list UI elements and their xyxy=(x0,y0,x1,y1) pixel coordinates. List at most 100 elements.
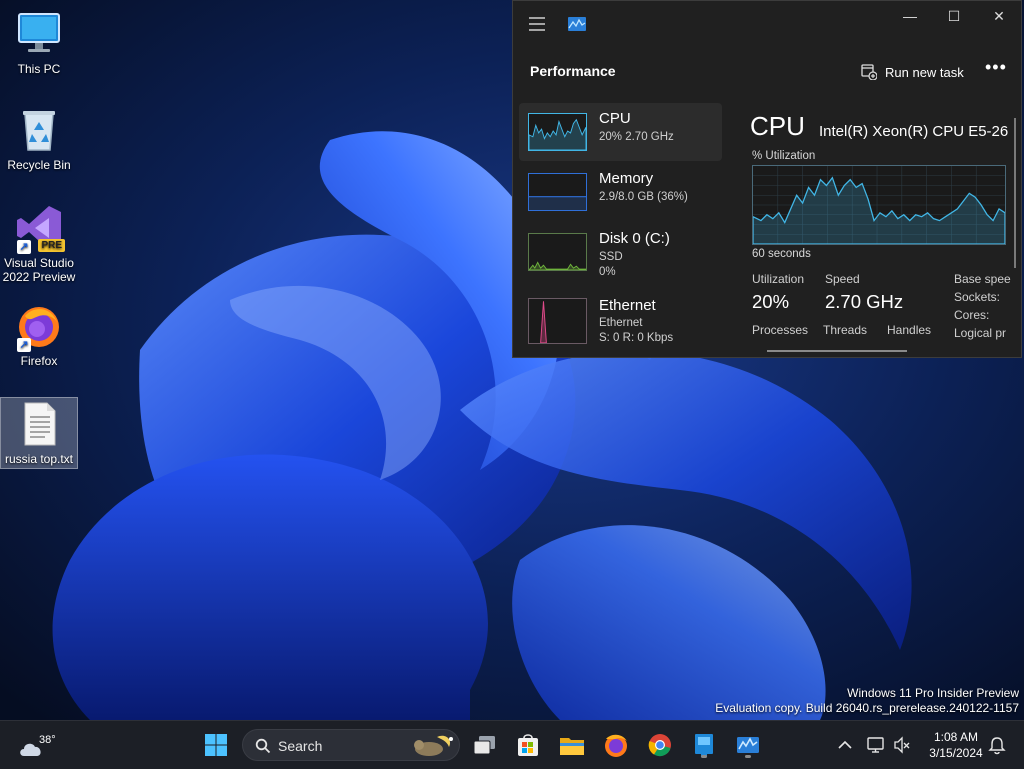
desktop-icon-text-file[interactable]: russia top.txt xyxy=(0,397,78,469)
chrome-icon xyxy=(648,734,671,757)
perf-item-memory[interactable]: Memory 2.9/8.0 GB (36%) xyxy=(519,163,722,221)
network-status-button[interactable] xyxy=(866,735,886,755)
desktop-icon-visual-studio[interactable]: PRE ↗ Visual Studio 2022 Preview xyxy=(1,204,77,284)
detail-title: CPU xyxy=(750,111,805,141)
volume-button[interactable] xyxy=(892,735,912,755)
running-indicator xyxy=(701,755,707,758)
task-manager-window: — ☐ ✕ Performance Run new task ••• CPU 2… xyxy=(512,0,1022,358)
volume-muted-icon xyxy=(894,736,910,754)
bell-icon xyxy=(988,737,1006,755)
chrome-taskbar-button[interactable] xyxy=(644,729,676,761)
desktop-icon-label: Firefox xyxy=(20,354,58,368)
windows-logo-icon xyxy=(205,734,227,756)
weather-temperature: 38° xyxy=(39,734,56,746)
more-options-button[interactable]: ••• xyxy=(985,57,1007,78)
disk-mini-graph xyxy=(528,233,587,271)
speed-value: 2.70 GHz xyxy=(825,291,904,312)
folder-icon xyxy=(560,738,584,755)
desktop-icon-firefox[interactable]: ↗ Firefox xyxy=(1,302,77,368)
preview-badge: PRE xyxy=(38,239,65,252)
perf-item-cpu[interactable]: CPU 20% 2.70 GHz xyxy=(519,103,722,161)
show-hidden-icons-button[interactable] xyxy=(835,735,855,755)
desktop-icon-label: Visual Studio 2022 Preview xyxy=(2,256,76,284)
utilization-value: 20% xyxy=(752,291,790,312)
firefox-icon xyxy=(605,734,627,757)
perf-item-detail: 2.9/8.0 GB (36%) xyxy=(599,191,688,203)
desktop-icon-label: russia top.txt xyxy=(4,452,74,466)
logical-processors-label: Logical pr xyxy=(954,326,1007,340)
perf-item-disk[interactable]: Disk 0 (C:) SSD 0% xyxy=(519,223,722,281)
monitor-icon xyxy=(15,10,63,58)
perf-item-name: Ethernet xyxy=(599,297,656,314)
taskbar: 38° Search 1:08 AM 3/15/2024 xyxy=(0,720,1024,769)
windows-watermark: Windows 11 Pro Insider Preview Evaluatio… xyxy=(715,686,1019,716)
firefox-taskbar-button[interactable] xyxy=(600,729,632,761)
desktop-icon-label: Recycle Bin xyxy=(7,158,71,172)
handles-label: Handles xyxy=(887,323,932,337)
sockets-label: Sockets: xyxy=(954,290,1001,304)
chevron-up-icon xyxy=(838,740,852,749)
search-placeholder: Search xyxy=(278,738,323,754)
minimize-button[interactable]: — xyxy=(887,1,933,31)
base-speed-label: Base spee xyxy=(954,272,1011,286)
perf-item-name: CPU xyxy=(599,110,631,127)
clock-date: 3/15/2024 xyxy=(929,746,983,760)
run-new-task-label: Run new task xyxy=(885,64,964,80)
visual-studio-icon: PRE ↗ xyxy=(15,204,65,254)
search-highlight-icon xyxy=(414,735,453,756)
threads-label: Threads xyxy=(823,323,868,337)
perf-item-detail-2: S: 0 R: 0 Kbps xyxy=(599,332,674,344)
hamburger-menu-icon[interactable] xyxy=(529,17,545,36)
taskbar-search-box[interactable]: Search xyxy=(242,729,460,761)
desktop-icon-this-pc[interactable]: This PC xyxy=(1,10,77,76)
file-explorer-button[interactable] xyxy=(556,729,588,761)
shortcut-arrow-icon: ↗ xyxy=(17,338,31,352)
memory-mini-graph xyxy=(528,173,587,211)
vertical-scrollbar[interactable] xyxy=(1014,118,1016,268)
page-header: Performance Run new task ••• xyxy=(513,53,1021,91)
store-icon xyxy=(518,734,538,756)
perf-item-name: Disk 0 (C:) xyxy=(599,230,670,247)
ethernet-mini-graph xyxy=(528,298,587,344)
perf-item-detail: 20% 2.70 GHz xyxy=(599,131,674,143)
run-new-task-button[interactable]: Run new task xyxy=(861,61,964,83)
perf-item-detail-2: 0% xyxy=(599,266,616,278)
perf-item-detail: SSD xyxy=(599,251,623,263)
cpu-utilization-graph xyxy=(752,165,1006,245)
horizontal-scrollbar[interactable] xyxy=(767,350,907,352)
maximize-button[interactable]: ☐ xyxy=(931,1,977,31)
page-title: Performance xyxy=(530,63,616,79)
cores-label: Cores: xyxy=(954,308,990,322)
network-icon xyxy=(867,737,884,753)
task-view-button[interactable] xyxy=(469,729,501,761)
perf-item-ethernet[interactable]: Ethernet Ethernet S: 0 R: 0 Kbps xyxy=(519,289,722,347)
recycle-bin-icon xyxy=(15,106,63,154)
search-icon xyxy=(255,738,271,754)
close-button[interactable]: ✕ xyxy=(976,1,1022,31)
task-manager-taskbar-button[interactable] xyxy=(732,729,764,761)
desktop-icon-recycle-bin[interactable]: Recycle Bin xyxy=(1,106,77,172)
weather-widget[interactable]: 38° xyxy=(8,727,68,763)
title-bar[interactable]: — ☐ ✕ xyxy=(513,1,1021,33)
firefox-icon: ↗ xyxy=(15,302,63,352)
text-file-icon xyxy=(15,400,63,448)
run-task-icon xyxy=(861,64,877,80)
watermark-edition: Windows 11 Pro Insider Preview xyxy=(847,686,1019,700)
cpu-model-name: Intel(R) Xeon(R) CPU E5-26 xyxy=(819,123,1009,140)
task-view-icon xyxy=(473,736,495,755)
perf-item-detail: Ethernet xyxy=(599,317,643,329)
notifications-button[interactable] xyxy=(987,735,1007,755)
processes-label: Processes xyxy=(752,323,809,337)
store-button[interactable] xyxy=(512,729,544,761)
graph-label: % Utilization xyxy=(752,150,816,162)
running-indicator xyxy=(745,755,751,758)
desktop-icon-label: This PC xyxy=(17,62,61,76)
watermark-build: Evaluation copy. Build 26040.rs_prerelea… xyxy=(715,701,1019,715)
graph-time-span: 60 seconds xyxy=(752,248,811,260)
perf-item-name: Memory xyxy=(599,170,654,187)
app-taskbar-button[interactable] xyxy=(688,729,720,761)
start-button[interactable] xyxy=(200,729,232,761)
cpu-mini-graph xyxy=(528,113,587,151)
shortcut-arrow-icon: ↗ xyxy=(17,240,31,254)
system-clock[interactable]: 1:08 AM 3/15/2024 xyxy=(920,729,992,761)
